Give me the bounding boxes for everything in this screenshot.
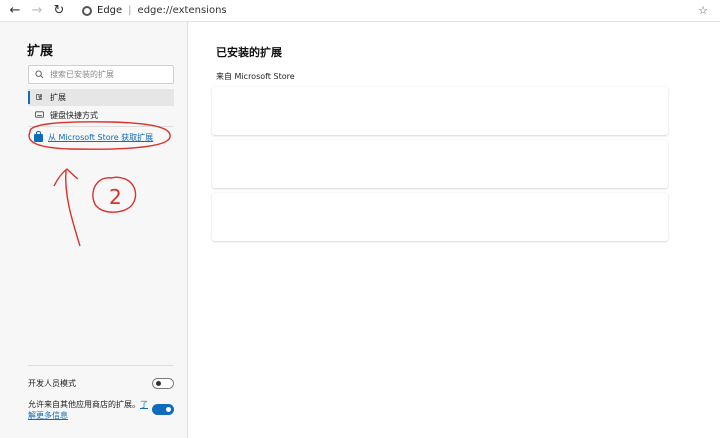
search-input[interactable] (48, 69, 168, 80)
refresh-button[interactable]: ↻ (48, 0, 70, 22)
sidebar-divider-bottom (28, 365, 174, 366)
page-title: 已安装的扩展 (216, 46, 282, 59)
sidebar-item-label: 扩展 (50, 93, 66, 102)
keyboard-icon (34, 111, 44, 120)
forward-button[interactable]: → (26, 0, 48, 22)
address-bar[interactable]: Edge | edge://extensions (82, 5, 227, 16)
extension-card[interactable] (212, 193, 668, 241)
sidebar-item-keyboard-shortcuts[interactable]: 键盘快捷方式 (28, 107, 174, 124)
allow-other-stores-label: 允许来自其他应用商店的扩展。 (28, 400, 140, 409)
toggle-knob (156, 381, 161, 386)
allow-other-stores-toggle[interactable] (152, 404, 174, 415)
store-link-label: 从 Microsoft Store 获取扩展 (48, 133, 154, 142)
favorite-star-icon[interactable]: ☆ (698, 4, 708, 17)
back-button[interactable]: ← (4, 0, 26, 22)
developer-mode-toggle[interactable] (152, 378, 174, 389)
sidebar-item-extensions[interactable]: 扩展 (28, 89, 174, 106)
sidebar: 扩展 扩展 键盘快捷方式 从 Microsoft Store 获取扩展 开发人员… (0, 22, 188, 438)
extension-card[interactable] (212, 140, 668, 188)
extension-card[interactable] (212, 87, 668, 135)
address-url[interactable]: edge://extensions (138, 5, 227, 16)
toggle-knob (166, 407, 171, 412)
store-bag-icon (34, 130, 43, 142)
section-label: 来自 Microsoft Store (216, 72, 295, 81)
puzzle-icon (34, 93, 44, 103)
allow-other-stores-row: 允许来自其他应用商店的扩展。了解更多信息 (28, 399, 174, 421)
search-box[interactable] (28, 65, 174, 84)
browser-name: Edge (97, 5, 123, 16)
address-separator: | (128, 5, 132, 16)
allow-other-stores-text: 允许来自其他应用商店的扩展。了解更多信息 (28, 399, 148, 421)
developer-mode-label: 开发人员模式 (28, 379, 76, 388)
developer-mode-row: 开发人员模式 (28, 378, 174, 389)
browser-toolbar: ← → ↻ Edge | edge://extensions ☆ (0, 0, 720, 22)
sidebar-item-label: 键盘快捷方式 (50, 111, 98, 120)
edge-icon (82, 5, 92, 16)
get-extensions-store-link[interactable]: 从 Microsoft Store 获取扩展 (34, 130, 154, 143)
sidebar-title: 扩展 (27, 44, 54, 59)
sidebar-divider (28, 126, 174, 127)
search-icon (35, 70, 44, 79)
